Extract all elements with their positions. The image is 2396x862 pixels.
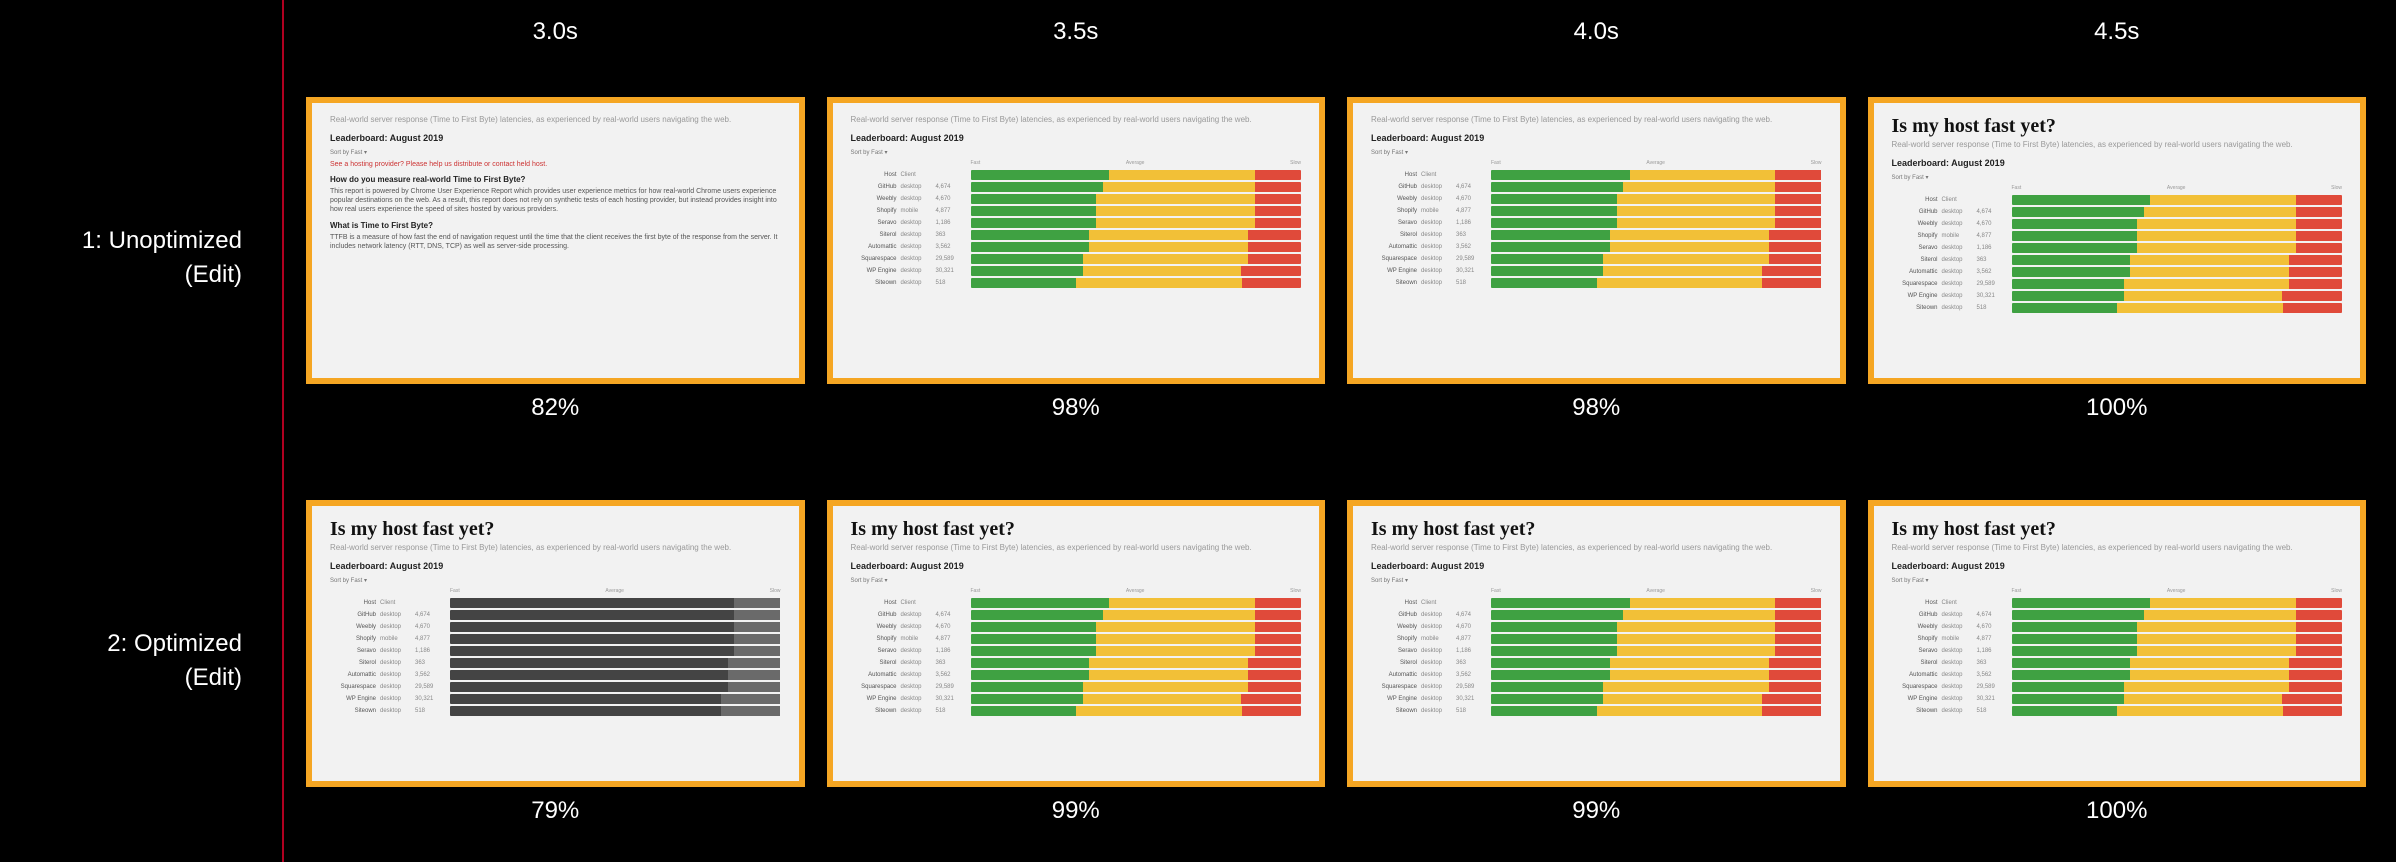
cell-r1-c1: Real-world server response (Time to Firs…: [306, 56, 805, 459]
thumbnail-r1-c3[interactable]: Real-world server response (Time to Firs…: [1347, 97, 1846, 384]
cell-r2-c3: Is my host fast yet?Real-world server re…: [1347, 459, 1846, 862]
percent-r2-c3: 99%: [1572, 797, 1620, 825]
cell-r2-c1: Is my host fast yet?Real-world server re…: [306, 459, 805, 862]
vertical-divider: [282, 0, 284, 862]
time-header-1: 3.5s: [827, 0, 1326, 56]
row-1-edit-link[interactable]: (Edit): [185, 258, 242, 292]
cell-r1-c3: Real-world server response (Time to Firs…: [1347, 56, 1846, 459]
row-label-1: 1: Unoptimized (Edit): [0, 56, 260, 459]
cell-r2-c4: Is my host fast yet?Real-world server re…: [1868, 459, 2367, 862]
thumbnail-r2-c2[interactable]: Is my host fast yet?Real-world server re…: [827, 500, 1326, 787]
row-label-2: 2: Optimized (Edit): [0, 459, 260, 862]
percent-r1-c1: 82%: [531, 394, 579, 422]
percent-r2-c4: 100%: [2086, 797, 2147, 825]
percent-r2-c2: 99%: [1052, 797, 1100, 825]
thumbnail-r1-c4[interactable]: Is my host fast yet?Real-world server re…: [1868, 97, 2367, 384]
time-header-3: 4.5s: [1868, 0, 2367, 56]
percent-r1-c4: 100%: [2086, 394, 2147, 422]
cell-r2-c2: Is my host fast yet?Real-world server re…: [827, 459, 1326, 862]
thumbnail-r2-c3[interactable]: Is my host fast yet?Real-world server re…: [1347, 500, 1846, 787]
percent-r1-c3: 98%: [1572, 394, 1620, 422]
cell-r1-c2: Real-world server response (Time to Firs…: [827, 56, 1326, 459]
time-header-0: 3.0s: [306, 0, 805, 56]
thumbnail-r1-c2[interactable]: Real-world server response (Time to Firs…: [827, 97, 1326, 384]
thumbnail-r2-c1[interactable]: Is my host fast yet?Real-world server re…: [306, 500, 805, 787]
percent-r1-c2: 98%: [1052, 394, 1100, 422]
time-header-2: 4.0s: [1347, 0, 1846, 56]
filmstrip-grid: 3.0s 3.5s 4.0s 4.5s 1: Unoptimized (Edit…: [0, 0, 2396, 862]
percent-r2-c1: 79%: [531, 797, 579, 825]
cell-r1-c4: Is my host fast yet?Real-world server re…: [1868, 56, 2367, 459]
row-label-1-title: 1: Unoptimized: [82, 224, 242, 258]
row-2-edit-link[interactable]: (Edit): [185, 661, 242, 695]
thumbnail-r2-c4[interactable]: Is my host fast yet?Real-world server re…: [1868, 500, 2367, 787]
thumbnail-r1-c1[interactable]: Real-world server response (Time to Firs…: [306, 97, 805, 384]
row-label-2-title: 2: Optimized: [107, 627, 242, 661]
